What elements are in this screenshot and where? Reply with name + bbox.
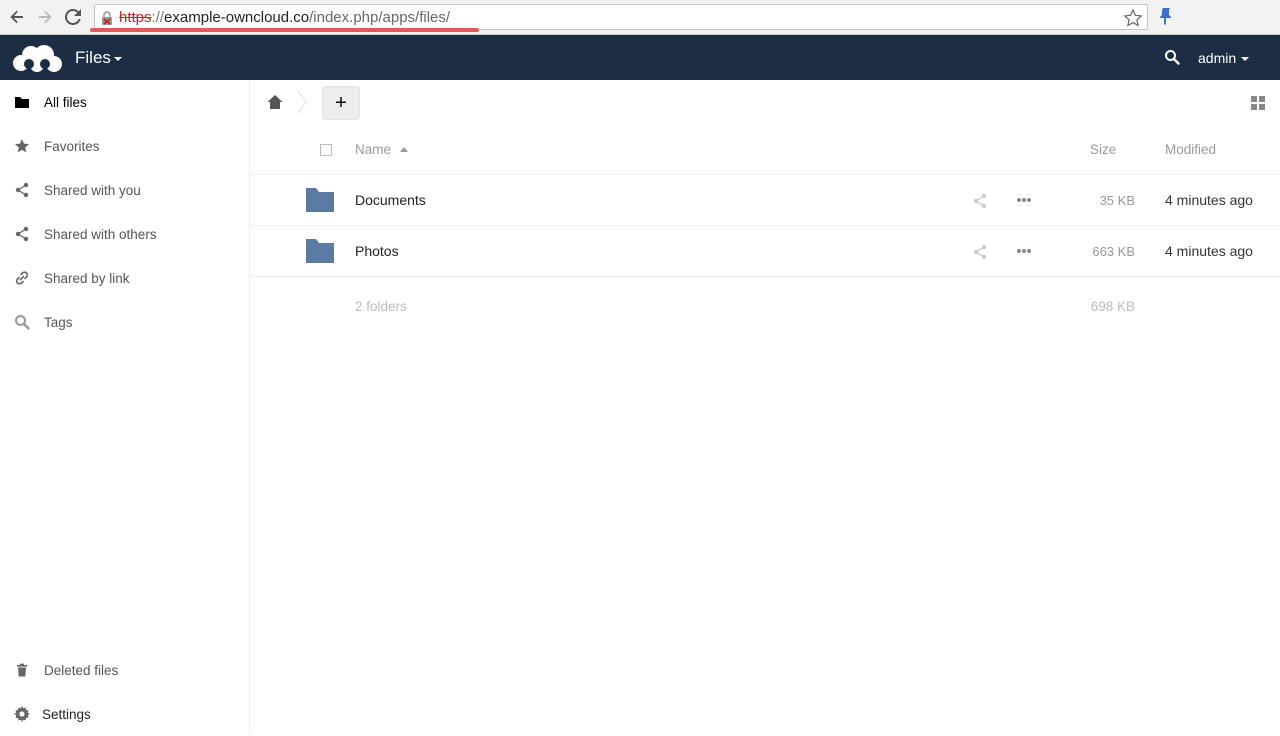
sidebar-item-label: Settings (42, 706, 91, 722)
forward-button[interactable] (34, 6, 56, 28)
home-icon[interactable] (267, 94, 283, 110)
sidebar-item-label: Shared by link (44, 270, 130, 286)
chevron-down-icon[interactable] (1241, 57, 1249, 61)
share-icon[interactable] (972, 244, 988, 260)
share-icon[interactable] (972, 193, 988, 209)
sidebar-item-settings[interactable]: Settings (0, 692, 249, 736)
column-header-name[interactable]: Name (355, 142, 391, 157)
new-file-button[interactable]: + (322, 86, 360, 120)
reload-button[interactable] (62, 6, 84, 28)
star-icon (14, 138, 30, 154)
sidebar-item-favorites[interactable]: Favorites (0, 124, 249, 168)
user-menu[interactable]: admin (1198, 50, 1236, 66)
url-host: example-owncloud.co (164, 9, 310, 26)
sidebar-item-label: Favorites (44, 138, 100, 154)
url-warning-underline (90, 28, 479, 32)
folder-icon (306, 188, 334, 212)
sidebar-item-deleted-files[interactable]: Deleted files (0, 648, 249, 692)
sidebar-item-shared-by-link[interactable]: Shared by link (0, 256, 249, 300)
sidebar-item-label: Shared with others (44, 226, 157, 242)
url-scheme: https (119, 9, 152, 26)
more-actions-icon[interactable] (1016, 197, 1032, 203)
sidebar-item-label: All files (44, 94, 87, 110)
select-all-checkbox[interactable] (320, 144, 332, 156)
table-row[interactable]: Documents 35 KB 4 minutes ago (250, 175, 1280, 226)
arrow-left-icon (10, 10, 23, 24)
file-size: 663 KB (1092, 244, 1135, 259)
url-path: /index.php/apps/files/ (309, 9, 451, 26)
app-header: Files admin (0, 35, 1280, 80)
file-size: 35 KB (1099, 193, 1135, 208)
sidebar-item-label: Shared with you (44, 182, 141, 198)
share-icon (14, 182, 30, 198)
search-icon[interactable] (1164, 49, 1180, 65)
file-name[interactable]: Documents (355, 192, 426, 208)
more-actions-icon[interactable] (1016, 248, 1032, 254)
file-list-summary: 2 folders 698 KB (250, 277, 1280, 337)
arrow-right-icon (39, 10, 52, 24)
sidebar-item-shared-with-others[interactable]: Shared with others (0, 212, 249, 256)
star-icon[interactable] (1123, 8, 1143, 28)
share-icon (14, 226, 30, 242)
folder-icon (306, 239, 334, 263)
file-name[interactable]: Photos (355, 243, 399, 259)
owncloud-logo[interactable] (11, 43, 63, 73)
column-header-size[interactable]: Size (1090, 142, 1116, 157)
breadcrumb-separator (297, 90, 307, 114)
url-separator: :// (151, 9, 165, 26)
gear-icon (14, 706, 30, 722)
folder-icon (14, 94, 30, 110)
app-navigation: All files Favorites Shared with you Shar… (0, 80, 250, 734)
file-modified: 4 minutes ago (1165, 192, 1253, 208)
summary-total-size: 698 KB (1090, 299, 1135, 314)
url-text: https://example-owncloud.co/index.php/ap… (119, 9, 450, 26)
search-icon (14, 314, 30, 330)
broken-lock-icon (102, 11, 112, 25)
pushpin-icon[interactable] (1157, 7, 1175, 25)
sidebar-item-tags[interactable]: Tags (0, 300, 249, 344)
app-menu-title[interactable]: Files (75, 48, 111, 68)
browser-toolbar: https://example-owncloud.co/index.php/ap… (0, 0, 1280, 35)
sidebar-item-shared-with-you[interactable]: Shared with you (0, 168, 249, 212)
link-icon (14, 270, 30, 286)
column-header-modified[interactable]: Modified (1165, 142, 1216, 157)
chevron-down-icon[interactable] (114, 57, 122, 61)
sidebar-item-all-files[interactable]: All files (0, 80, 249, 124)
file-list-header: Name Size Modified (250, 125, 1280, 175)
table-row[interactable]: Photos 663 KB 4 minutes ago (250, 226, 1280, 277)
sort-ascending-icon[interactable] (400, 147, 408, 152)
grid-view-icon[interactable] (1251, 96, 1265, 110)
controls-bar: + (250, 80, 1280, 125)
address-bar[interactable]: https://example-owncloud.co/index.php/ap… (94, 4, 1148, 30)
sidebar-item-label: Deleted files (44, 662, 119, 678)
file-modified: 4 minutes ago (1165, 243, 1253, 259)
sidebar-item-label: Tags (44, 314, 73, 330)
reload-icon (65, 9, 81, 25)
trash-icon (14, 662, 30, 678)
back-button[interactable] (6, 6, 28, 28)
summary-folder-count: 2 folders (355, 299, 407, 314)
